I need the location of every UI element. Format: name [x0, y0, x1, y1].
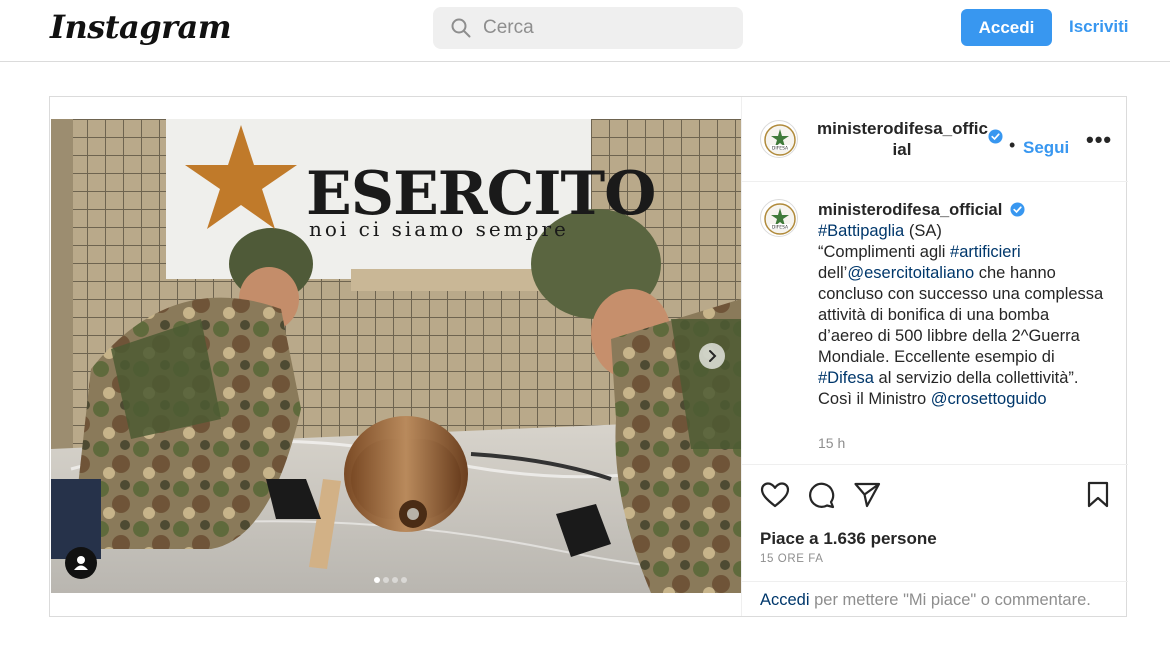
mention-link[interactable]: @crosettoguido [931, 390, 1047, 408]
carousel-indicator [374, 570, 410, 588]
caption-fragment: (SA) [904, 222, 942, 240]
separator-dot: • [1009, 135, 1016, 155]
follow-button[interactable]: Segui [1023, 138, 1069, 158]
post-sidebar: DIFESA ministerodifesa_offic ial • Segui… [741, 97, 1128, 616]
heart-icon[interactable] [760, 481, 790, 509]
post-username-line2: ial [892, 140, 912, 159]
avatar[interactable]: DIFESA [760, 199, 798, 237]
more-options-button[interactable]: ••• [1086, 127, 1112, 153]
emblem-icon: DIFESA [764, 203, 796, 235]
more-icon: ••• [1086, 127, 1113, 152]
top-nav: Instagram Accedi Iscriviti [0, 0, 1170, 62]
post-card: ESERCITO noi ci siamo sempre DIFESA mini… [49, 96, 1128, 617]
post-photo: ESERCITO noi ci siamo sempre [51, 119, 741, 593]
hashtag-link[interactable]: #Difesa [818, 369, 874, 387]
svg-text:DIFESA: DIFESA [772, 146, 789, 152]
share-icon[interactable] [853, 481, 881, 509]
carousel-dot [374, 577, 380, 583]
hashtag-link[interactable]: #Battipaglia [818, 222, 904, 240]
carousel-dot [401, 577, 407, 583]
search-input[interactable] [483, 13, 733, 43]
verified-icon [988, 129, 1003, 144]
likes-count[interactable]: Piace a 1.636 persone [760, 529, 937, 549]
caption-text: ministerodifesa_official #Battipaglia (S… [818, 200, 1108, 410]
user-tag-button[interactable] [65, 547, 97, 579]
post-caption: DIFESA ministerodifesa_official #Battipa… [742, 183, 1128, 465]
search-box[interactable] [433, 7, 743, 49]
signup-link[interactable]: Iscriviti [1069, 17, 1129, 37]
post-time-ago[interactable]: 15 ORE FA [760, 553, 824, 565]
post-username-line1: ministerodifesa_offic [817, 119, 988, 138]
verified-icon [1010, 202, 1025, 217]
comment-icon[interactable] [807, 481, 835, 509]
post-header: DIFESA ministerodifesa_offic ial • Segui… [742, 97, 1128, 182]
login-link[interactable]: Accedi [760, 591, 810, 609]
instagram-logo[interactable]: Instagram [50, 8, 232, 46]
caption-fragment: “Complimenti agli [818, 243, 951, 261]
login-prompt-text: Accedi per mettere "Mi piace" o commenta… [760, 591, 1091, 610]
hashtag-link[interactable]: #artificieri [950, 243, 1021, 261]
caption-username[interactable]: ministerodifesa_official [818, 201, 1002, 219]
login-prompt-rest: per mettere "Mi piace" o commentare. [809, 591, 1091, 609]
post-image[interactable]: ESERCITO noi ci siamo sempre [51, 119, 741, 593]
carousel-dot [392, 577, 398, 583]
svg-text:DIFESA: DIFESA [772, 225, 789, 231]
action-bar [742, 466, 1128, 526]
login-button[interactable]: Accedi [961, 9, 1052, 46]
user-tag-icon [74, 556, 88, 570]
emblem-icon: DIFESA [764, 124, 796, 156]
chevron-right-icon [709, 350, 717, 362]
caption-timestamp[interactable]: 15 h [818, 435, 845, 451]
bookmark-icon[interactable] [1086, 481, 1110, 509]
post-username[interactable]: ministerodifesa_offic ial [817, 118, 988, 160]
mention-link[interactable]: @esercitoitaliano [847, 264, 974, 282]
carousel-next-button[interactable] [699, 343, 725, 369]
caption-fragment: dell’ [818, 264, 848, 282]
search-icon [451, 18, 471, 38]
login-prompt: Accedi per mettere "Mi piace" o commenta… [742, 581, 1128, 616]
carousel-dot [383, 577, 389, 583]
banner-subtitle: noi ci siamo sempre [309, 217, 569, 241]
avatar[interactable]: DIFESA [760, 120, 798, 158]
